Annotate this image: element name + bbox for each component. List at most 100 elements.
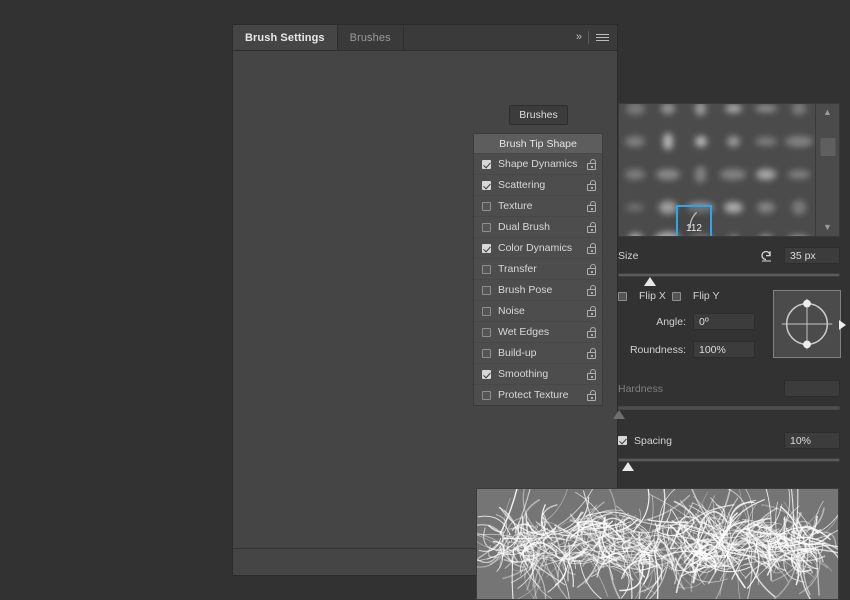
brush-grid-scrollbar[interactable]: ▲ ▼ [815,104,839,236]
spacing-slider-track[interactable] [618,458,840,471]
brush-thumbnail-grid[interactable]: 112 ▲ ▼ [618,103,840,237]
scroll-down-icon[interactable]: ▼ [823,223,832,232]
flip-x-option[interactable]: Flip X [618,290,666,302]
sidebar-item-shape-dynamics[interactable]: Shape Dynamics [474,153,602,174]
angle-value-field[interactable]: 0º [693,313,755,330]
roundness-value-field[interactable]: 100% [693,341,755,358]
lock-icon[interactable] [587,284,596,296]
size-value-field[interactable]: 35 px [784,247,840,264]
sidebar-item-dual-brush[interactable]: Dual Brush [474,216,602,237]
sidebar-item-transfer[interactable]: Transfer [474,258,602,279]
option-checkbox[interactable] [482,243,491,253]
brush-thumbnail-shape [694,135,707,148]
lock-icon[interactable] [587,179,596,191]
flip-y-checkbox[interactable] [671,291,681,301]
sidebar-item-color-dynamics[interactable]: Color Dynamics [474,237,602,258]
option-checkbox[interactable] [482,180,491,190]
option-checkbox[interactable] [482,159,491,169]
option-checkbox[interactable] [482,306,491,316]
lock-icon[interactable] [587,242,596,254]
angle-roundness-widget[interactable] [773,290,846,358]
brush-thumbnail[interactable] [782,125,815,158]
flip-x-checkbox[interactable] [618,291,627,301]
option-label: Shape Dynamics [498,158,578,170]
brush-thumbnail[interactable] [782,104,815,125]
option-checkbox[interactable] [482,348,491,358]
brush-thumbnail[interactable] [782,191,815,224]
lock-icon[interactable] [587,368,596,380]
sidebar-item-build-up[interactable]: Build-up [474,342,602,363]
brush-thumbnail-shape [626,203,645,212]
sidebar-item-smoothing[interactable]: Smoothing [474,363,602,384]
size-slider-handle[interactable] [643,277,656,286]
brush-thumbnail[interactable] [652,158,685,191]
lock-icon[interactable] [587,200,596,212]
lock-icon[interactable] [587,158,596,170]
lock-icon[interactable] [587,347,596,359]
reset-size-icon[interactable] [759,249,774,262]
option-checkbox[interactable] [482,327,491,337]
brush-thumbnail-shape [656,169,680,180]
option-checkbox[interactable] [482,264,491,274]
brush-thumbnail[interactable] [684,104,717,125]
scrollbar-thumb[interactable] [820,138,835,156]
brush-thumbnail[interactable] [684,158,717,191]
lock-icon[interactable] [587,263,596,275]
brush-thumbnail[interactable] [750,191,783,224]
brush-thumbnail[interactable] [652,125,685,158]
flip-y-option[interactable]: Flip Y [671,290,720,302]
brush-thumbnail-shape [754,136,778,147]
size-slider-track[interactable] [618,273,840,286]
brush-thumbnail[interactable] [684,125,717,158]
brush-thumbnail[interactable] [782,224,815,236]
brush-thumbnail[interactable] [717,158,750,191]
brush-thumbnail[interactable] [717,191,750,224]
brushes-button[interactable]: Brushes [509,105,568,125]
option-checkbox[interactable] [482,390,491,400]
brush-thumbnail[interactable] [652,104,685,125]
scroll-up-icon[interactable]: ▲ [823,108,832,117]
option-label: Build-up [498,347,537,359]
spacing-label: Spacing [634,434,672,447]
panel-menu-icon[interactable] [596,34,609,41]
brush-thumbnail[interactable] [750,158,783,191]
lock-icon[interactable] [587,326,596,338]
lock-icon[interactable] [587,221,596,233]
option-checkbox[interactable] [482,369,491,379]
brush-thumbnail[interactable] [619,158,652,191]
brush-thumbnail[interactable] [750,104,783,125]
sidebar-item-wet-edges[interactable]: Wet Edges [474,321,602,342]
spacing-checkbox[interactable] [618,436,627,445]
option-checkbox[interactable] [482,201,491,211]
brush-thumbnail-shape [625,135,646,148]
brush-thumbnail[interactable] [717,224,750,236]
brush-thumbnail[interactable] [717,125,750,158]
brush-thumbnail[interactable] [717,104,750,125]
sidebar-item-texture[interactable]: Texture [474,195,602,216]
option-checkbox[interactable] [482,222,491,232]
option-label: Color Dynamics [498,242,573,254]
sidebar-item-noise[interactable]: Noise [474,300,602,321]
spacing-slider-handle[interactable] [621,462,634,471]
brush-thumbnail-shape [791,200,806,215]
lock-icon[interactable] [587,389,596,401]
tab-brushes[interactable]: Brushes [337,25,404,50]
brush-thumbnail[interactable] [619,224,652,236]
brush-thumbnail[interactable] [619,125,652,158]
brush-thumbnail[interactable] [782,158,815,191]
sidebar-item-scattering[interactable]: Scattering [474,174,602,195]
sidebar-item-brush-tip-shape[interactable]: Brush Tip Shape [474,134,602,153]
spacing-value-field[interactable]: 10% [784,432,840,449]
sidebar-item-brush-pose[interactable]: Brush Pose [474,279,602,300]
brush-thumbnail[interactable] [750,125,783,158]
brush-thumbnail[interactable] [619,104,652,125]
sidebar-item-protect-texture[interactable]: Protect Texture [474,384,602,405]
tab-brush-settings[interactable]: Brush Settings [233,25,338,50]
option-checkbox[interactable] [482,285,491,295]
brush-thumbnail-shape [720,168,747,181]
lock-icon[interactable] [587,305,596,317]
selected-brush-thumbnail[interactable]: 112 [676,205,712,236]
collapse-chevrons-icon[interactable]: » [576,32,582,43]
brush-thumbnail[interactable] [750,224,783,236]
brush-thumbnail[interactable] [619,191,652,224]
